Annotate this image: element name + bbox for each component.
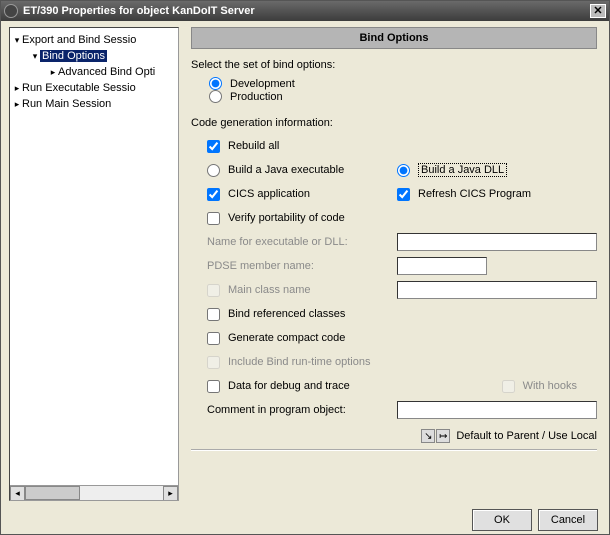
label-comment: Comment in program object: — [207, 404, 346, 416]
tree-pane: ▾ Export and Bind Sessio ▾ Bind Options … — [9, 27, 179, 501]
default-parent-hint: ↘ ↦ Default to Parent / Use Local — [191, 429, 597, 443]
tree-item-run-exe[interactable]: ▸ Run Executable Sessio — [12, 80, 176, 96]
panel-title: Bind Options — [191, 27, 597, 49]
cancel-button[interactable]: Cancel — [538, 509, 598, 531]
app-icon — [4, 4, 18, 18]
ok-button[interactable]: OK — [472, 509, 532, 531]
checkbox-with-hooks[interactable]: With hooks — [502, 380, 577, 393]
input-main-class[interactable] — [397, 281, 597, 299]
button-bar: OK Cancel — [472, 509, 598, 531]
scroll-thumb[interactable] — [25, 486, 80, 500]
scroll-track[interactable] — [25, 486, 163, 500]
tree-scrollbar-horizontal[interactable]: ◂ ▸ — [10, 485, 178, 500]
checkbox-rebuild-all[interactable]: Rebuild all — [207, 140, 279, 153]
input-comment[interactable] — [397, 401, 597, 419]
radio-development[interactable]: Development — [209, 77, 579, 90]
twisty-icon[interactable]: ▾ — [12, 35, 22, 46]
checkbox-include-runtime[interactable]: Include Bind run-time options — [207, 356, 370, 369]
radio-production[interactable]: Production — [209, 90, 579, 103]
checkbox-main-class[interactable]: Main class name — [207, 284, 311, 297]
label-name-exe-dll: Name for executable or DLL: — [207, 236, 348, 248]
checkbox-refresh-cics[interactable]: Refresh CICS Program — [397, 188, 531, 201]
input-name-exe-dll[interactable] — [397, 233, 597, 251]
checkbox-verify-portability[interactable]: Verify portability of code — [207, 212, 345, 225]
input-pdse-name[interactable] — [397, 257, 487, 275]
bind-set-radios: Development Production — [191, 77, 597, 103]
radio-build-dll[interactable]: Build a Java DLL — [397, 163, 507, 177]
checkbox-bind-referenced[interactable]: Bind referenced classes — [207, 308, 345, 321]
hint-text: Default to Parent / Use Local — [456, 430, 597, 442]
separator — [191, 449, 597, 451]
checkbox-data-debug[interactable]: Data for debug and trace — [207, 380, 350, 393]
window-title: ET/390 Properties for object KanDoIT Ser… — [23, 5, 255, 17]
titlebar: ET/390 Properties for object KanDoIT Ser… — [1, 1, 609, 21]
twisty-icon[interactable]: ▸ — [12, 99, 22, 110]
twisty-icon[interactable]: ▸ — [12, 83, 22, 94]
content-panel: Bind Options Select the set of bind opti… — [183, 21, 609, 501]
checkbox-cics-app[interactable]: CICS application — [207, 188, 310, 201]
scroll-right-icon[interactable]: ▸ — [163, 486, 178, 501]
use-local-icon[interactable]: ↦ — [436, 429, 450, 443]
tree-item-bind-options[interactable]: ▾ Bind Options — [12, 48, 176, 64]
default-parent-icon[interactable]: ↘ — [421, 429, 435, 443]
label-pdse-name: PDSE member name: — [207, 260, 314, 272]
twisty-icon[interactable]: ▾ — [30, 51, 40, 62]
tree-item-export-bind[interactable]: ▾ Export and Bind Sessio — [12, 32, 176, 48]
codegen-label: Code generation information: — [191, 117, 597, 129]
checkbox-generate-compact[interactable]: Generate compact code — [207, 332, 345, 345]
nav-tree[interactable]: ▾ Export and Bind Sessio ▾ Bind Options … — [10, 28, 178, 484]
select-bind-label: Select the set of bind options: — [191, 59, 597, 71]
radio-build-exe[interactable]: Build a Java executable — [207, 164, 344, 177]
twisty-icon[interactable]: ▸ — [48, 67, 58, 78]
scroll-left-icon[interactable]: ◂ — [10, 486, 25, 501]
close-button[interactable]: ✕ — [590, 4, 606, 18]
tree-item-advanced-bind[interactable]: ▸ Advanced Bind Opti — [12, 64, 176, 80]
tree-item-run-main[interactable]: ▸ Run Main Session — [12, 96, 176, 112]
